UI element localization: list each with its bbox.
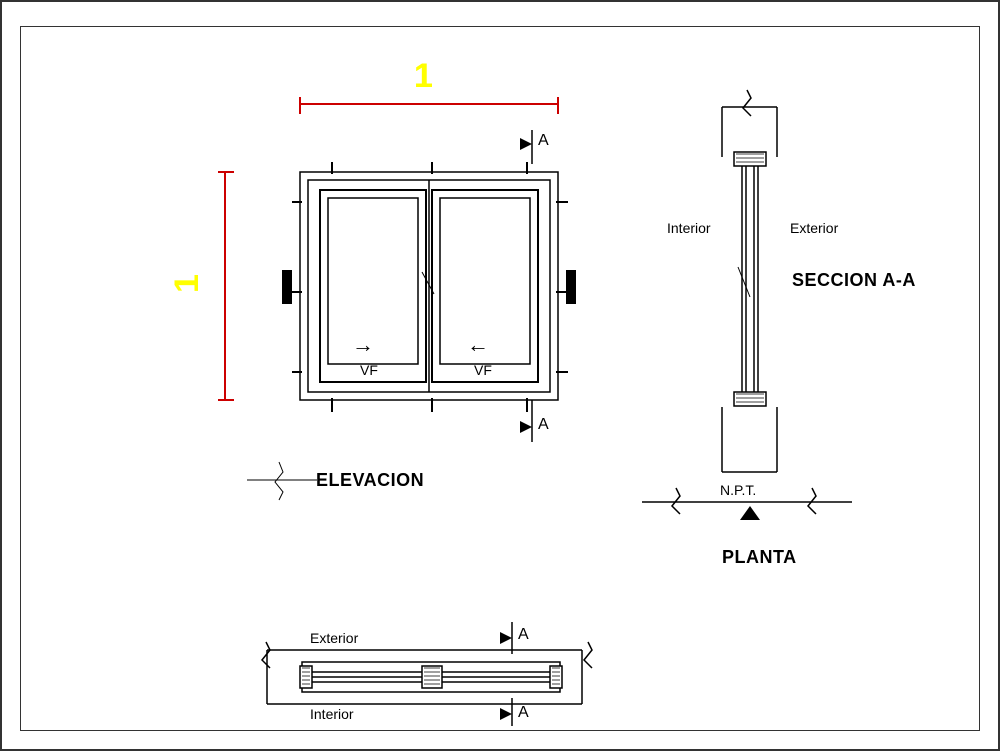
arrow-right-icon: → bbox=[352, 332, 374, 358]
vf-left: VF bbox=[360, 362, 378, 378]
interior-label: Interior bbox=[667, 220, 711, 236]
dim-width-value: 1 bbox=[414, 57, 433, 96]
dim-height-value: 1 bbox=[168, 274, 207, 293]
dim-width bbox=[300, 97, 558, 114]
plan-section-label-bottom: A bbox=[518, 704, 529, 722]
elevation-title: ELEVACION bbox=[316, 470, 424, 491]
exterior-label: Exterior bbox=[790, 220, 838, 236]
plan-section-marker-bottom bbox=[500, 698, 512, 726]
plan-interior-label: Interior bbox=[310, 706, 354, 722]
vf-right: VF bbox=[474, 362, 492, 378]
section-marker-a-top bbox=[520, 130, 532, 164]
elevation-window bbox=[282, 162, 576, 412]
plan-section-label-top: A bbox=[518, 626, 529, 644]
plan-view bbox=[262, 642, 592, 704]
plan-title: PLANTA bbox=[722, 547, 797, 568]
plan-section-marker-top bbox=[500, 622, 512, 654]
arrow-left-icon: ← bbox=[467, 332, 489, 358]
section-marker-label-bottom: A bbox=[538, 416, 549, 434]
dim-height bbox=[218, 172, 234, 400]
drawing-svg bbox=[2, 2, 1000, 753]
section-title: SECCION A-A bbox=[792, 270, 916, 291]
section-aa bbox=[642, 90, 852, 520]
break-line-elevation bbox=[247, 462, 317, 500]
plan-exterior-label: Exterior bbox=[310, 630, 358, 646]
npt-label: N.P.T. bbox=[720, 482, 756, 498]
section-marker-label-top: A bbox=[538, 132, 549, 150]
